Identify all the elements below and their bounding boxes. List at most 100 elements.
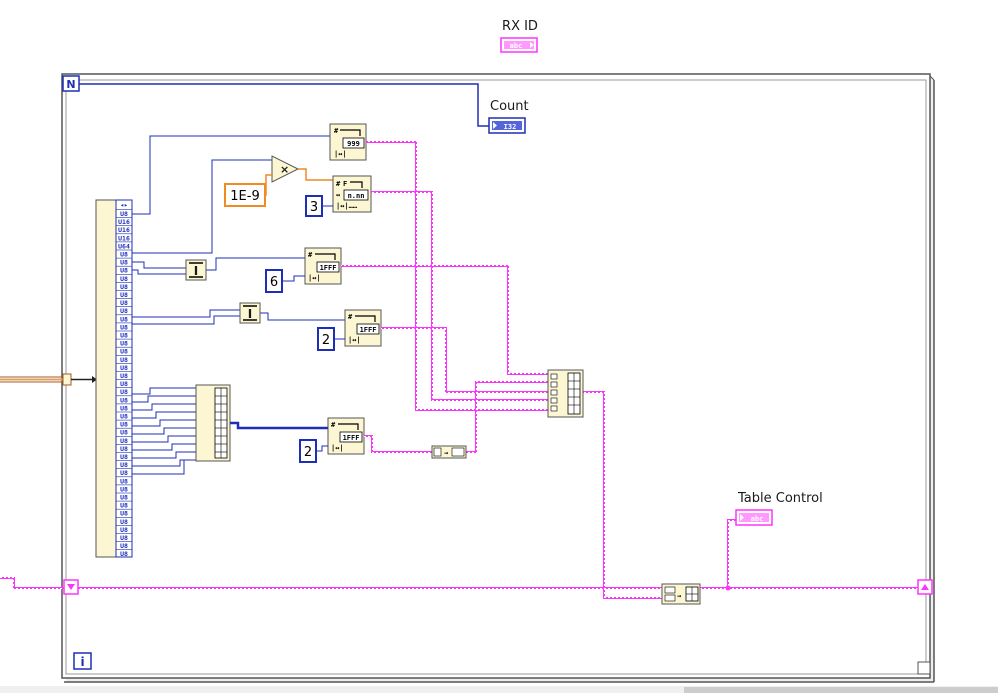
svg-text:I: I	[194, 264, 198, 278]
constant-width-2b-value: 2	[304, 445, 312, 460]
rx-id-label: RX ID	[502, 19, 538, 34]
unbundle-element-type[interactable]: U8	[120, 542, 128, 550]
unbundle-element-type[interactable]: U8	[120, 380, 128, 388]
unbundle-element-type[interactable]: U8	[120, 550, 128, 558]
unbundle-element-type[interactable]: U8	[120, 534, 128, 542]
unbundle-element-type[interactable]: U16	[118, 218, 130, 226]
unbundle-element-type[interactable]: U8	[120, 494, 128, 502]
constant-precision-3[interactable]: 3	[305, 195, 323, 217]
unbundle-element-type[interactable]: U8	[120, 469, 128, 477]
unbundle-element-type[interactable]: U8	[120, 307, 128, 315]
unbundle-element-type[interactable]: U8	[120, 332, 128, 340]
count-label: Count	[490, 99, 529, 114]
unbundle-element-type[interactable]: U8	[120, 461, 128, 469]
constant-width-6[interactable]: 6	[265, 269, 283, 293]
iteration-terminal[interactable]: i	[73, 652, 92, 670]
unbundle-element-type[interactable]: U8	[120, 348, 128, 356]
format-hex-node-c[interactable]: # 1FFF |↔|	[327, 417, 365, 455]
unbundle-element-type[interactable]: U8	[120, 364, 128, 372]
loop-count-label: N	[66, 78, 75, 91]
unbundle-element-type[interactable]: U8	[120, 356, 128, 364]
constant-width-2a-value: 2	[322, 333, 330, 348]
constant-width-6-value: 6	[270, 275, 278, 290]
unbundle-header: ◂▸	[120, 201, 128, 209]
unbundle-element-type[interactable]: U8	[120, 453, 128, 461]
unbundle-element-type[interactable]: U8	[120, 299, 128, 307]
unbundle-element-type[interactable]: U64	[118, 242, 130, 250]
insert-into-table-node[interactable]: →	[661, 583, 701, 605]
string-to-array-node[interactable]: →	[431, 445, 467, 459]
svg-text:|↔|: |↔|	[308, 274, 321, 283]
block-diagram: N i RX ID abc Count I32 ◂▸ U8U16U16U16U6…	[0, 19, 998, 693]
unbundle-element-type[interactable]: U8	[120, 413, 128, 421]
constant-precision-value: 3	[310, 200, 318, 215]
svg-text:→: →	[677, 592, 681, 600]
format-hex-icon-c: 1FFF	[343, 434, 360, 442]
unbundle-element-type[interactable]: U8	[120, 291, 128, 299]
build-array-bits-node[interactable]	[195, 384, 231, 462]
table-control-indicator[interactable]: abc	[735, 509, 773, 526]
iteration-label: i	[80, 655, 84, 669]
unbundle-element-type[interactable]: U8	[120, 340, 128, 348]
table-control-type: abc	[751, 515, 764, 523]
shift-register-right[interactable]	[917, 579, 933, 595]
count-indicator[interactable]: I32	[488, 117, 526, 134]
svg-text:F: F	[343, 180, 347, 188]
svg-text:|↔|: |↔|	[348, 336, 361, 345]
unbundle-element-type[interactable]: U8	[120, 437, 128, 445]
unbundle-element-type[interactable]: U8	[120, 518, 128, 526]
svg-text:I: I	[248, 307, 252, 321]
unbundle-by-name[interactable]: ◂▸ U8U16U16U16U64U8U8U8U8U8U8U8U8U8U8U8U…	[95, 199, 133, 558]
unbundle-element-type[interactable]: U8	[120, 251, 128, 259]
loop-count-terminal[interactable]: N	[62, 75, 80, 92]
unbundle-element-type[interactable]: U8	[120, 396, 128, 404]
cluster-input-wire	[0, 376, 63, 383]
unbundle-element-type[interactable]: U8	[120, 267, 128, 275]
constant-width-2a[interactable]: 2	[317, 327, 335, 351]
constant-width-2b[interactable]: 2	[299, 439, 317, 463]
unbundle-element-type[interactable]: U8	[120, 404, 128, 412]
format-hex-icon-a: 1FFF	[320, 264, 337, 272]
svg-text:↔: ↔	[336, 191, 340, 199]
unbundle-element-type[interactable]: U16	[118, 234, 130, 242]
unbundle-element-type[interactable]: U8	[120, 259, 128, 267]
unbundle-element-type[interactable]: U8	[120, 485, 128, 493]
horizontal-scrollbar-thumb[interactable]	[684, 687, 998, 693]
format-dec-icon: 999	[347, 140, 360, 148]
unbundle-element-type[interactable]: U8	[120, 421, 128, 429]
join-numbers-node-a[interactable]: I	[185, 259, 207, 281]
for-loop[interactable]	[61, 73, 935, 683]
unbundle-element-type[interactable]: U8	[120, 372, 128, 380]
format-frac-icon: n.nn	[348, 192, 365, 200]
unbundle-element-type[interactable]: U8	[120, 275, 128, 283]
format-dec-node[interactable]: # 999 |↔|	[329, 123, 367, 161]
unbundle-element-type[interactable]: U8	[120, 477, 128, 485]
svg-text:→: →	[444, 449, 448, 457]
format-frac-node[interactable]: # F n.nn ↔ |↔|……	[332, 175, 372, 213]
shift-register-left[interactable]	[63, 579, 79, 595]
unbundle-element-type[interactable]: U8	[120, 445, 128, 453]
count-type: I32	[504, 123, 517, 131]
unbundle-element-type[interactable]: U8	[120, 388, 128, 396]
cluster-tunnel[interactable]	[62, 373, 72, 386]
unbundle-element-type[interactable]: U8	[120, 315, 128, 323]
rx-id-terminal[interactable]: abc	[500, 37, 538, 53]
wire-junction	[725, 585, 731, 591]
rx-id-type: abc	[510, 42, 523, 50]
unbundle-element-type[interactable]: U8	[120, 283, 128, 291]
format-hex-node-b[interactable]: # 1FFF |↔|	[344, 309, 382, 347]
unbundle-element-type[interactable]: U8	[120, 429, 128, 437]
svg-text:|↔|: |↔|	[331, 444, 344, 453]
unbundle-element-type[interactable]: U8	[120, 510, 128, 518]
svg-text:|↔|……: |↔|……	[336, 202, 358, 211]
constant-1e-9[interactable]: 1E-9	[224, 183, 266, 207]
format-hex-node-a[interactable]: # 1FFF |↔|	[304, 247, 342, 285]
unbundle-element-type[interactable]: U8	[120, 526, 128, 534]
join-numbers-node-b[interactable]: I	[239, 302, 261, 324]
unbundle-element-type[interactable]: U8	[120, 323, 128, 331]
build-string-array-node[interactable]	[547, 369, 584, 418]
constant-1e-9-value: 1E-9	[230, 189, 259, 204]
unbundle-element-type[interactable]: U16	[118, 226, 130, 234]
unbundle-element-type[interactable]: U8	[120, 502, 128, 510]
unbundle-element-type[interactable]: U8	[120, 210, 128, 218]
